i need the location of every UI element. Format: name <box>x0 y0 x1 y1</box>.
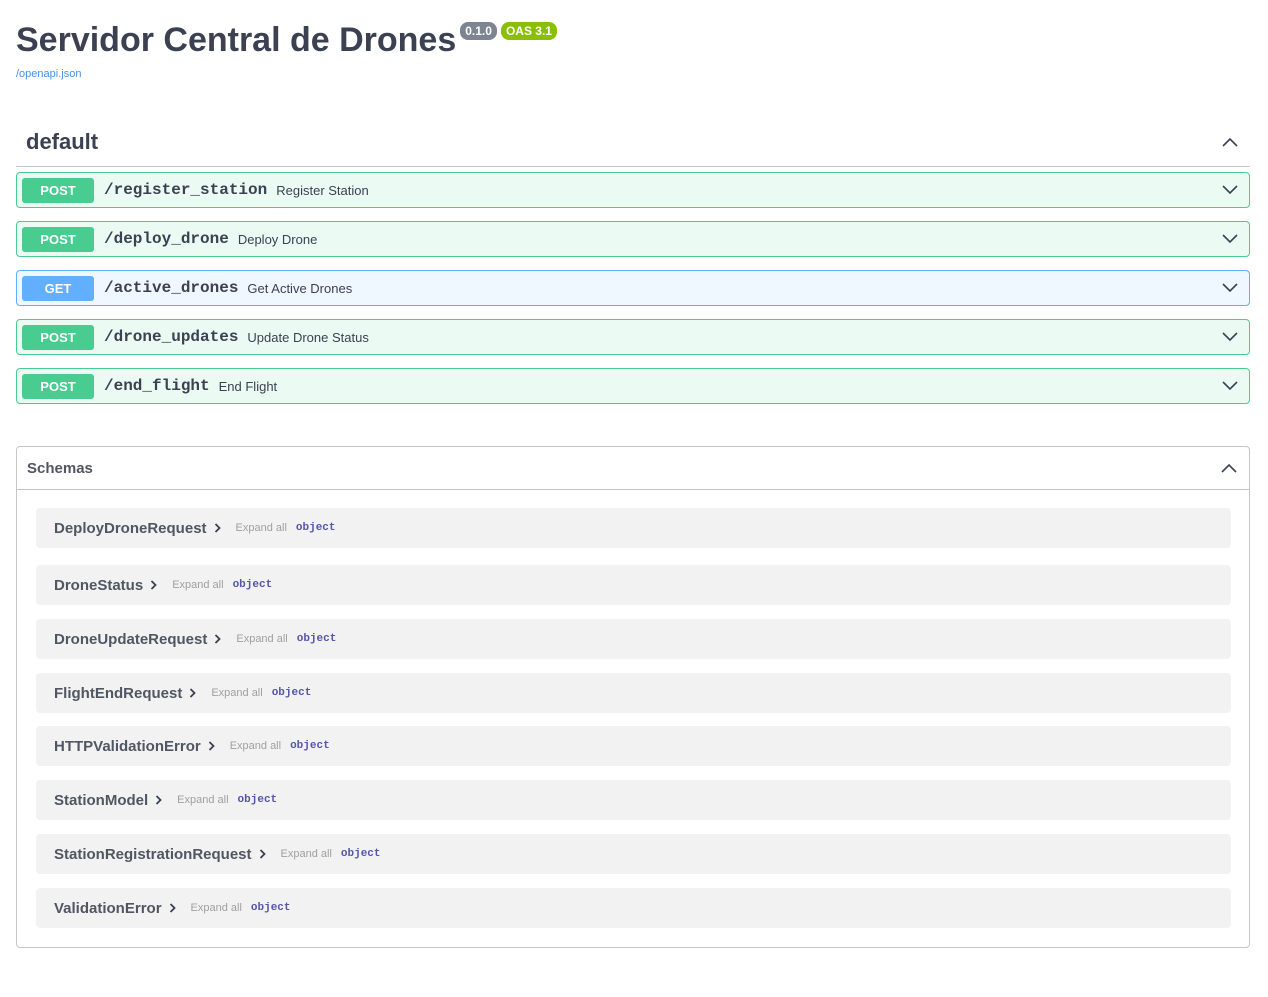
operation-active-drones[interactable]: GET /active_drones Get Active Drones <box>16 270 1250 306</box>
model-name[interactable]: DroneStatus <box>54 577 143 594</box>
expand-all-button[interactable]: Expand all <box>236 522 287 534</box>
model-name[interactable]: DeployDroneRequest <box>54 520 207 537</box>
schema-model[interactable]: DroneUpdateRequest Expand all object <box>36 619 1231 659</box>
operation-deploy-drone[interactable]: POST /deploy_drone Deploy Drone <box>16 221 1250 257</box>
model-type: object <box>237 794 278 806</box>
openapi-spec-link[interactable]: /openapi.json <box>16 68 81 80</box>
operation-drone-updates[interactable]: POST /drone_updates Update Drone Status <box>16 319 1250 355</box>
operation-path: /deploy_drone <box>104 230 229 248</box>
operation-summary: Deploy Drone <box>237 231 318 247</box>
page-title: Servidor Central de Drones <box>16 21 457 59</box>
tag-header[interactable]: default <box>16 118 1250 167</box>
model-type: object <box>250 902 291 914</box>
chevron-down-icon[interactable] <box>1221 279 1239 297</box>
chevron-right-icon[interactable] <box>189 688 197 698</box>
operation-summary: Register Station <box>276 182 369 198</box>
chevron-up-icon[interactable] <box>1220 132 1240 152</box>
schema-model[interactable]: DroneStatus Expand all object <box>36 565 1231 605</box>
model-name[interactable]: StationModel <box>54 792 148 809</box>
chevron-right-icon[interactable] <box>169 903 177 913</box>
operation-summary: Get Active Drones <box>247 280 353 296</box>
schemas-title: Schemas <box>27 459 93 477</box>
schema-model[interactable]: ValidationError Expand all object <box>36 888 1231 928</box>
schema-model[interactable]: StationRegistrationRequest Expand all ob… <box>36 834 1231 874</box>
schema-model[interactable]: StationModel Expand all object <box>36 780 1231 820</box>
expand-all-button[interactable]: Expand all <box>236 633 287 645</box>
expand-all-button[interactable]: Expand all <box>281 848 332 860</box>
oas-badge: OAS 3.1 <box>500 22 557 40</box>
expand-all-button[interactable]: Expand all <box>230 740 281 752</box>
method-badge: GET <box>22 275 94 301</box>
schema-model[interactable]: FlightEndRequest Expand all object <box>36 673 1231 713</box>
title-row: Servidor Central de Drones 0.1.0 OAS 3.1 <box>16 20 557 60</box>
schema-model[interactable]: HTTPValidationError Expand all object <box>36 726 1231 766</box>
expand-all-button[interactable]: Expand all <box>172 579 223 591</box>
chevron-right-icon[interactable] <box>214 634 222 644</box>
schema-model[interactable]: DeployDroneRequest Expand all object <box>36 508 1231 548</box>
model-type: object <box>340 848 381 860</box>
schemas-header[interactable]: Schemas <box>17 447 1249 490</box>
chevron-right-icon[interactable] <box>214 523 222 533</box>
model-name[interactable]: DroneUpdateRequest <box>54 631 207 648</box>
operation-summary: End Flight <box>218 378 278 394</box>
operation-register-station[interactable]: POST /register_station Register Station <box>16 172 1250 208</box>
chevron-down-icon[interactable] <box>1221 230 1239 248</box>
chevron-right-icon[interactable] <box>259 849 267 859</box>
version-badge: 0.1.0 <box>460 22 497 40</box>
model-name[interactable]: ValidationError <box>54 900 162 917</box>
model-type: object <box>271 687 312 699</box>
chevron-down-icon[interactable] <box>1221 328 1239 346</box>
api-info: Servidor Central de Drones 0.1.0 OAS 3.1… <box>16 20 557 82</box>
method-badge: POST <box>22 177 94 203</box>
model-type: object <box>295 522 336 534</box>
model-type: object <box>296 633 337 645</box>
chevron-right-icon[interactable] <box>155 795 163 805</box>
model-type: object <box>290 740 330 752</box>
schemas-section: Schemas DeployDroneRequest Expand all ob… <box>16 446 1250 948</box>
expand-all-button[interactable]: Expand all <box>211 687 262 699</box>
tag-name: default <box>26 129 99 154</box>
tag-section-default: default POST /register_station Register … <box>16 118 1250 404</box>
model-name[interactable]: FlightEndRequest <box>54 685 182 702</box>
model-name[interactable]: HTTPValidationError <box>54 738 201 755</box>
chevron-up-icon[interactable] <box>1219 458 1239 478</box>
method-badge: POST <box>22 373 94 399</box>
chevron-right-icon[interactable] <box>208 741 216 751</box>
method-badge: POST <box>22 226 94 252</box>
operation-path: /active_drones <box>104 279 239 297</box>
chevron-down-icon[interactable] <box>1221 377 1239 395</box>
chevron-down-icon[interactable] <box>1221 181 1239 199</box>
operation-path: /drone_updates <box>104 328 239 346</box>
method-badge: POST <box>22 324 94 350</box>
operation-path: /register_station <box>104 181 268 199</box>
model-type: object <box>232 579 273 591</box>
chevron-right-icon[interactable] <box>150 580 158 590</box>
operation-summary: Update Drone Status <box>247 329 369 345</box>
operation-end-flight[interactable]: POST /end_flight End Flight <box>16 368 1250 404</box>
expand-all-button[interactable]: Expand all <box>191 902 242 914</box>
expand-all-button[interactable]: Expand all <box>177 794 228 806</box>
operation-path: /end_flight <box>104 377 210 395</box>
model-name[interactable]: StationRegistrationRequest <box>54 846 252 863</box>
